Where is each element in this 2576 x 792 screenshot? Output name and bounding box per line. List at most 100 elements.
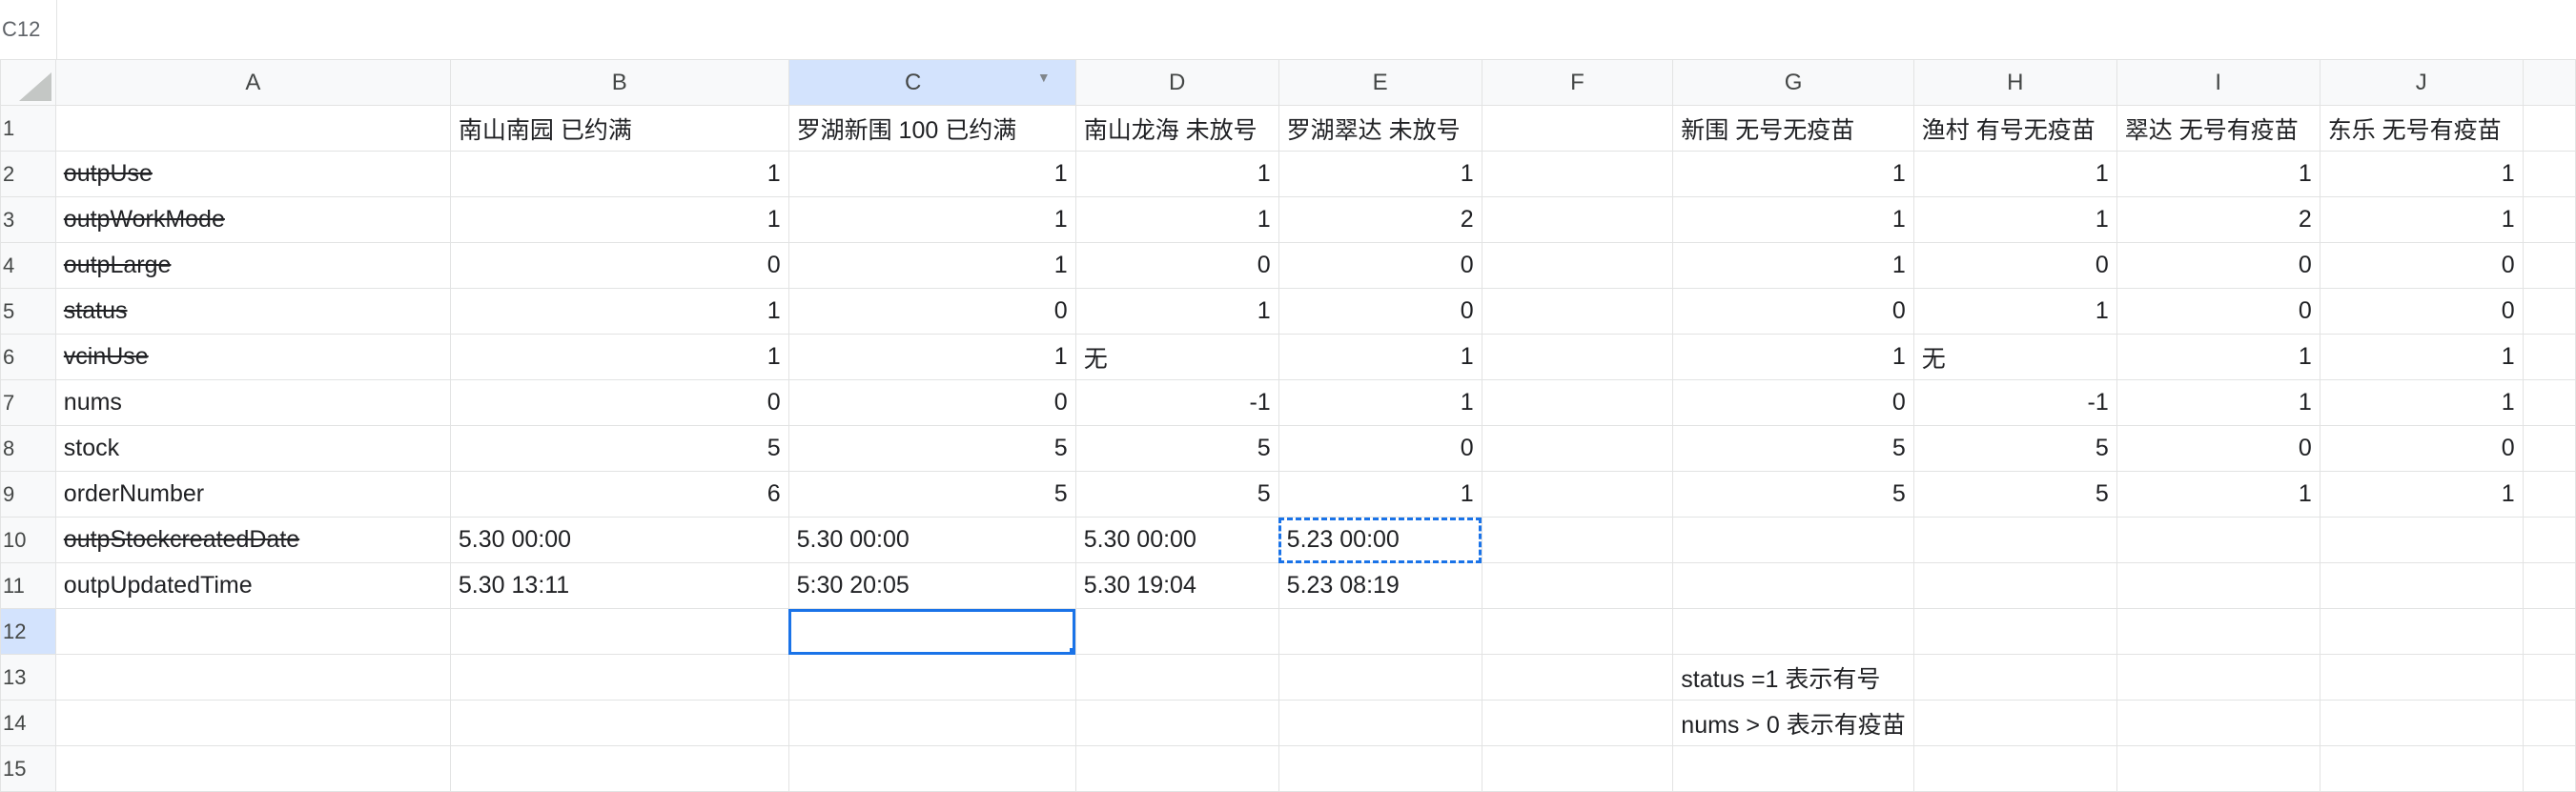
cell-j5[interactable]: 0 [2319, 288, 2524, 335]
cell-d4[interactable]: 0 [1074, 242, 1279, 289]
cell-b4[interactable]: 0 [449, 242, 789, 289]
cell-c5[interactable]: 0 [787, 288, 1076, 335]
cell-k15[interactable] [2522, 745, 2576, 792]
cell-e3[interactable]: 2 [1278, 196, 1482, 243]
cell-a15[interactable] [54, 745, 451, 792]
column-header-i[interactable]: I [2116, 59, 2320, 106]
cell-f7[interactable] [1481, 379, 1674, 426]
cell-a4[interactable]: outpLarge [54, 242, 451, 289]
cell-i5[interactable]: 0 [2116, 288, 2320, 335]
cell-b3[interactable]: 1 [449, 196, 789, 243]
cell-f1[interactable] [1481, 105, 1674, 152]
cell-b6[interactable]: 1 [449, 334, 789, 380]
cell-f14[interactable] [1481, 700, 1674, 746]
row-header-9[interactable]: 9 [0, 471, 56, 518]
cell-e6[interactable]: 1 [1278, 334, 1482, 380]
cell-k5[interactable] [2522, 288, 2576, 335]
cell-h7[interactable]: -1 [1912, 379, 2117, 426]
cell-j14[interactable] [2319, 700, 2524, 746]
cell-c3[interactable]: 1 [787, 196, 1076, 243]
cell-d1[interactable]: 南山龙海 未放号 [1074, 105, 1279, 152]
cell-j3[interactable]: 1 [2319, 196, 2524, 243]
name-box[interactable]: C12 [0, 0, 57, 59]
row-header-1[interactable]: 1 [0, 105, 56, 152]
cell-a14[interactable] [54, 700, 451, 746]
cell-a2[interactable]: outpUse [54, 151, 451, 197]
cell-b13[interactable] [449, 654, 789, 701]
column-header-g[interactable]: G [1672, 59, 1914, 106]
cell-e1[interactable]: 罗湖翠达 未放号 [1278, 105, 1482, 152]
cell-h9[interactable]: 5 [1912, 471, 2117, 518]
cell-i1[interactable]: 翠达 无号有疫苗 [2116, 105, 2320, 152]
cell-h1[interactable]: 渔村 有号无疫苗 [1912, 105, 2117, 152]
cell-g10[interactable] [1672, 517, 1914, 563]
cell-g8[interactable]: 5 [1672, 425, 1914, 472]
cell-h5[interactable]: 1 [1912, 288, 2117, 335]
cell-c4[interactable]: 1 [787, 242, 1076, 289]
cell-b7[interactable]: 0 [449, 379, 789, 426]
cell-i2[interactable]: 1 [2116, 151, 2320, 197]
cell-d11[interactable]: 5.30 19:04 [1074, 562, 1279, 609]
cell-i13[interactable] [2116, 654, 2320, 701]
cell-a9[interactable]: orderNumber [54, 471, 451, 518]
cell-k7[interactable] [2522, 379, 2576, 426]
cell-f2[interactable] [1481, 151, 1674, 197]
row-header-14[interactable]: 14 [0, 700, 56, 746]
cell-d3[interactable]: 1 [1074, 196, 1279, 243]
cell-h11[interactable] [1912, 562, 2117, 609]
column-header-a[interactable]: A [54, 59, 451, 106]
cell-b5[interactable]: 1 [449, 288, 789, 335]
column-filter-dropdown-icon[interactable]: ▼ [1037, 70, 1051, 85]
cell-g2[interactable]: 1 [1672, 151, 1914, 197]
cell-k4[interactable] [2522, 242, 2576, 289]
cell-a12[interactable] [54, 608, 451, 655]
row-header-3[interactable]: 3 [0, 196, 56, 243]
cell-i9[interactable]: 1 [2116, 471, 2320, 518]
cell-h2[interactable]: 1 [1912, 151, 2117, 197]
cell-j15[interactable] [2319, 745, 2524, 792]
cell-b9[interactable]: 6 [449, 471, 789, 518]
cell-k8[interactable] [2522, 425, 2576, 472]
cell-b1[interactable]: 南山南园 已约满 [449, 105, 789, 152]
cell-a11[interactable]: outpUpdatedTime [54, 562, 451, 609]
cell-b2[interactable]: 1 [449, 151, 789, 197]
cell-f9[interactable] [1481, 471, 1674, 518]
cell-d2[interactable]: 1 [1074, 151, 1279, 197]
cell-b12[interactable] [449, 608, 789, 655]
cell-a13[interactable] [54, 654, 451, 701]
cell-j11[interactable] [2319, 562, 2524, 609]
cell-g1[interactable]: 新围 无号无疫苗 [1672, 105, 1914, 152]
cell-i12[interactable] [2116, 608, 2320, 655]
row-header-7[interactable]: 7 [0, 379, 56, 426]
formula-input[interactable] [58, 0, 2576, 59]
row-header-11[interactable]: 11 [0, 562, 56, 609]
cell-c10[interactable]: 5.30 00:00 [787, 517, 1076, 563]
fill-handle[interactable] [1069, 648, 1075, 654]
cell-i8[interactable]: 0 [2116, 425, 2320, 472]
cell-k2[interactable] [2522, 151, 2576, 197]
cell-h13[interactable] [1912, 654, 2117, 701]
cell-c15[interactable] [787, 745, 1076, 792]
cell-g14[interactable]: nums > 0 表示有疫苗 [1672, 700, 1914, 746]
column-header-b[interactable]: B [449, 59, 789, 106]
cell-h14[interactable] [1912, 700, 2117, 746]
cell-f8[interactable] [1481, 425, 1674, 472]
cell-h15[interactable] [1912, 745, 2117, 792]
cell-c7[interactable]: 0 [787, 379, 1076, 426]
cell-k1[interactable] [2522, 105, 2576, 152]
cell-j2[interactable]: 1 [2319, 151, 2524, 197]
cell-k10[interactable] [2522, 517, 2576, 563]
cell-a6[interactable]: vcinUse [54, 334, 451, 380]
cell-f6[interactable] [1481, 334, 1674, 380]
cell-c9[interactable]: 5 [787, 471, 1076, 518]
cell-i7[interactable]: 1 [2116, 379, 2320, 426]
cell-d14[interactable] [1074, 700, 1279, 746]
cell-k14[interactable] [2522, 700, 2576, 746]
cell-i3[interactable]: 2 [2116, 196, 2320, 243]
cell-i14[interactable] [2116, 700, 2320, 746]
cell-g9[interactable]: 5 [1672, 471, 1914, 518]
cell-f4[interactable] [1481, 242, 1674, 289]
cell-k9[interactable] [2522, 471, 2576, 518]
cell-j1[interactable]: 东乐 无号有疫苗 [2319, 105, 2524, 152]
cell-e2[interactable]: 1 [1278, 151, 1482, 197]
